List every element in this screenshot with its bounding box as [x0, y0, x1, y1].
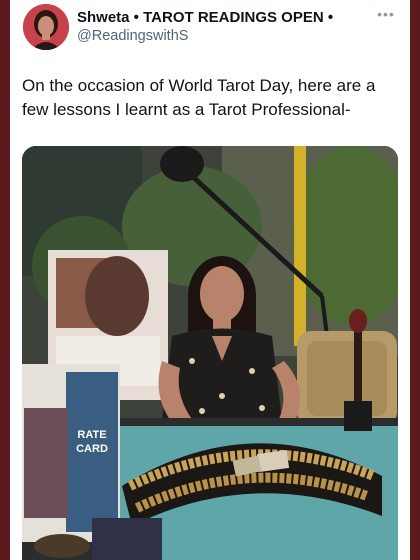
avatar-image — [23, 4, 69, 50]
tweet-photo[interactable]: RATE CARD — [22, 146, 398, 560]
display-name[interactable]: Shweta • TAROT READINGS OPEN • — [77, 9, 367, 26]
tweet-text: On the occasion of World Tarot Day, here… — [22, 76, 376, 119]
user-handle[interactable]: @ReadingswithS — [77, 28, 188, 44]
avatar[interactable] — [23, 4, 69, 50]
tweet-card: Shweta • TAROT READINGS OPEN • @Readings… — [10, 0, 410, 560]
rate-card-text: RATE — [77, 429, 106, 441]
more-options-icon[interactable]: ••• — [374, 7, 398, 24]
svg-text:CARD: CARD — [76, 443, 108, 455]
photo-tarot-reader: RATE CARD — [22, 146, 398, 560]
